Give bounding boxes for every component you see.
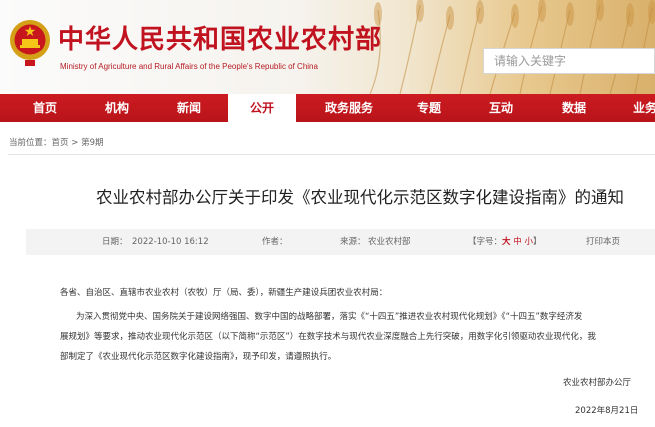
article-paragraph-line-2: 展规划》等要求，推动农业现代化示范区（以下简称“示范区”）在数字技术与现代农业深… <box>60 332 596 342</box>
breadcrumb-home-link[interactable]: 首页 <box>52 138 69 148</box>
font-size-close: 】 <box>532 237 542 247</box>
breadcrumb-divider <box>8 154 655 155</box>
breadcrumb-prefix: 当前位置： <box>9 138 52 148</box>
font-size-control: 【字号：大 中 小】 <box>468 229 541 255</box>
site-subtitle-english: Ministry of Agriculture and Rural Affair… <box>60 62 318 71</box>
font-size-small-button[interactable]: 小 <box>524 237 533 247</box>
breadcrumb-separator: > <box>71 138 79 148</box>
search-box <box>483 48 655 74</box>
header-banner: 中华人民共和国农业农村部 Ministry of Agriculture and… <box>0 0 655 94</box>
font-size-medium-button[interactable]: 中 <box>513 237 522 247</box>
site-title: 中华人民共和国农业农村部 <box>58 25 383 55</box>
nav-item-interaction[interactable]: 互动 <box>478 94 524 122</box>
nav-item-topics[interactable]: 专题 <box>406 94 452 122</box>
article-title: 农业农村部办公厅关于印发《农业现代化示范区数字化建设指南》的通知 <box>96 188 624 207</box>
source-label: 来源： <box>340 237 366 247</box>
nav-item-government-services[interactable]: 政务服务 <box>316 94 382 122</box>
source-value: 农业农村部 <box>368 237 411 247</box>
author-label: 作者： <box>262 237 288 247</box>
article-sign-date: 2022年8月21日 <box>575 406 639 416</box>
article-paragraph-line-3: 部制定了《农业现代化示范区数字化建设指南》，现予印发，请遵照执行。 <box>60 352 337 362</box>
font-size-large-button[interactable]: 大 <box>502 237 511 247</box>
national-emblem-icon <box>10 20 50 66</box>
search-input[interactable] <box>484 49 654 73</box>
breadcrumb: 当前位置：首页 > 第9期 <box>9 136 103 148</box>
nav-item-organization[interactable]: 机构 <box>94 94 140 122</box>
date-label: 日期： <box>102 237 128 247</box>
date-value: 2022-10-10 16:12 <box>132 237 209 247</box>
article-paragraph-line-1: 为深入贯彻党中央、国务院关于建设网络强国、数字中国的战略部署，落实《“十四五”推… <box>76 312 583 322</box>
main-nav: 首页 机构 新闻 公开 政务服务 专题 互动 数据 业务 <box>0 94 655 122</box>
font-size-open: 【字号： <box>468 237 503 247</box>
article-signature: 农业农村部办公厅 <box>563 378 632 388</box>
article-salutation: 各省、自治区、直辖市农业农村（农牧）厅（局、委），新疆生产建设兵团农业农村局： <box>60 288 388 298</box>
nav-item-home[interactable]: 首页 <box>22 94 68 122</box>
nav-item-public[interactable]: 公开 <box>228 94 296 122</box>
nav-item-data[interactable]: 数据 <box>551 94 597 122</box>
nav-item-business[interactable]: 业务 <box>622 94 655 122</box>
article-meta-bar: 日期： 2022-10-10 16:12 作者： 来源： 农业农村部 【字号：大… <box>26 229 655 255</box>
breadcrumb-current-link[interactable]: 第9期 <box>81 138 103 148</box>
nav-item-news[interactable]: 新闻 <box>166 94 212 122</box>
print-page-button[interactable]: 打印本页 <box>586 229 620 255</box>
